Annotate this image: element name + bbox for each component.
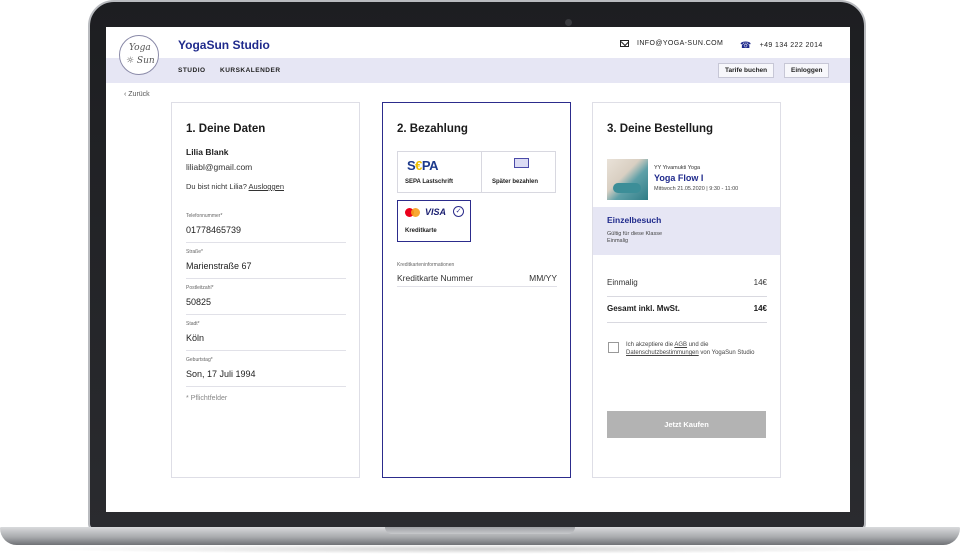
street-field-value: Marienstraße 67 <box>186 261 252 271</box>
customer-name: Lilia Blank <box>186 147 229 157</box>
class-date: Mittwoch 21.05.2020 | 9:30 - 11:00 <box>654 186 739 192</box>
nav-item-kurskalender[interactable]: KURSKALENDER <box>220 67 281 74</box>
nav-item-studio[interactable]: STUDIO <box>178 67 206 74</box>
phone-field[interactable]: Telefonnummer* 01778465739 <box>186 213 346 243</box>
agb-text: Ich akzeptiere die AGB und die Datenschu… <box>626 341 766 357</box>
payment-option-sepa[interactable]: S€PA SEPA Lastschrift <box>397 151 483 193</box>
laptop-mockup: YogaSun Studio INFO@YOGA-SUN.COM ☎ +49 1… <box>0 0 960 557</box>
cc-number-input[interactable]: Kreditkarte Nummer <box>397 273 473 283</box>
agb-mid: und die <box>688 342 709 348</box>
step-payment: 2. Bezahlung S€PA SEPA Lastschrift Späte… <box>382 102 571 478</box>
agb-post: von YogaSun Studio <box>700 350 755 356</box>
total-line: Gesamt inkl. MwSt. 14€ <box>607 304 767 313</box>
step1-title: 1. Deine Daten <box>186 123 266 135</box>
total-label: Gesamt inkl. MwSt. <box>607 304 680 313</box>
login-button[interactable]: Einloggen <box>784 63 830 78</box>
price-line-label: Einmalig <box>607 278 638 287</box>
birthday-field[interactable]: Geburtstag* Son, 17 Juli 1994 <box>186 357 346 387</box>
back-link[interactable]: ‹ Zurück <box>124 91 150 98</box>
email-contact[interactable]: INFO@YOGA-SUN.COM <box>620 40 723 47</box>
laptop-shadow <box>40 544 920 554</box>
mastercard-icon <box>405 208 420 217</box>
top-header: YogaSun Studio INFO@YOGA-SUN.COM ☎ +49 1… <box>106 27 850 58</box>
class-thumbnail <box>607 159 648 200</box>
ticket-title: Einzelbesuch <box>607 215 662 225</box>
birthday-field-label: Geburtstag* <box>186 357 213 363</box>
visa-logo: VISA <box>425 207 447 217</box>
main-nav: STUDIO KURSKALENDER Tarife buchen Einlog… <box>106 58 850 83</box>
logo-text-line2: ☼ Sun <box>126 56 155 66</box>
ticket-validity: Gültig für diese Klasse <box>607 231 663 237</box>
sepa-label: SEPA Lastschrift <box>405 179 454 185</box>
later-label: Später bezahlen <box>492 179 539 185</box>
divider <box>607 296 767 297</box>
zip-field-value: 50825 <box>186 297 212 307</box>
step-personal-data: 1. Deine Daten Lilia Blank liliabl@gmail… <box>171 102 360 478</box>
tarife-buchen-button[interactable]: Tarife buchen <box>718 63 775 78</box>
phone-text: +49 134 222 2014 <box>759 42 823 49</box>
email-text: INFO@YOGA-SUN.COM <box>637 40 724 47</box>
not-you-label: Du bist nicht Lilia? <box>186 182 247 191</box>
street-field[interactable]: Straße* Marienstraße 67 <box>186 249 346 279</box>
privacy-link[interactable]: Datenschutzbestimmungen <box>626 350 699 356</box>
creditcard-label: Kreditkarte <box>405 228 437 234</box>
logout-link[interactable]: Ausloggen <box>249 182 284 191</box>
phone-field-label: Telefonnummer* <box>186 213 223 219</box>
cc-info-label: Kreditkarteninformationen <box>397 262 455 268</box>
city-field[interactable]: Stadt* Köln <box>186 321 346 351</box>
ticket-frequency: Einmalig <box>607 238 629 244</box>
phone-contact[interactable]: ☎ +49 134 222 2014 <box>740 40 823 51</box>
cc-expiry-input[interactable]: MM/YY <box>529 273 557 283</box>
city-field-label: Stadt* <box>186 321 200 327</box>
ticket-band: Einzelbesuch Gültig für diese Klasse Ein… <box>593 207 780 255</box>
brand-name[interactable]: YogaSun Studio <box>178 38 270 52</box>
sepa-logo: S€PA <box>407 158 439 173</box>
price-line-amount: 14€ <box>753 278 767 287</box>
studio-logo[interactable]: Yoga ☼ Sun <box>119 35 159 75</box>
divider <box>607 322 767 323</box>
street-field-label: Straße* <box>186 249 203 255</box>
camera-dot <box>565 19 572 26</box>
price-line: Einmalig 14€ <box>607 278 767 287</box>
customer-email: liliabl@gmail.com <box>186 162 253 172</box>
class-subtitle: YY Yivamukti Yoga <box>654 165 701 171</box>
mail-icon <box>620 40 629 47</box>
cc-input-row: Kreditkarte Nummer MM/YY <box>397 273 557 287</box>
bill-icon <box>514 158 530 168</box>
city-field-value: Köln <box>186 333 205 343</box>
logo-text-line1: Yoga <box>129 43 151 53</box>
payment-option-later[interactable]: Später bezahlen <box>481 151 556 193</box>
phone-icon: ☎ <box>740 40 752 50</box>
phone-field-value: 01778465739 <box>186 225 242 235</box>
agb-checkbox[interactable] <box>608 342 619 353</box>
total-amount: 14€ <box>753 304 767 313</box>
zip-field[interactable]: Postleitzahl* 50825 <box>186 285 346 315</box>
laptop-notch <box>385 527 575 534</box>
step-order: 3. Deine Bestellung YY Yivamukti Yoga Yo… <box>592 102 781 478</box>
buy-now-button[interactable]: Jetzt Kaufen <box>607 411 766 438</box>
agb-pre: Ich akzeptiere die <box>626 342 674 348</box>
payment-option-creditcard[interactable]: VISA ✓ Kreditkarte <box>397 200 471 242</box>
agb-link[interactable]: AGB <box>674 342 687 348</box>
birthday-field-value: Son, 17 Juli 1994 <box>186 369 256 379</box>
zip-field-label: Postleitzahl* <box>186 285 214 291</box>
selected-check-icon: ✓ <box>453 206 464 217</box>
step3-title: 3. Deine Bestellung <box>607 123 714 135</box>
step2-title: 2. Bezahlung <box>397 123 468 135</box>
screen: YogaSun Studio INFO@YOGA-SUN.COM ☎ +49 1… <box>106 27 850 512</box>
required-note: * Pflichtfelder <box>186 395 228 402</box>
not-you-text: Du bist nicht Lilia? Ausloggen <box>186 182 284 191</box>
class-title: Yoga Flow I <box>654 173 704 183</box>
